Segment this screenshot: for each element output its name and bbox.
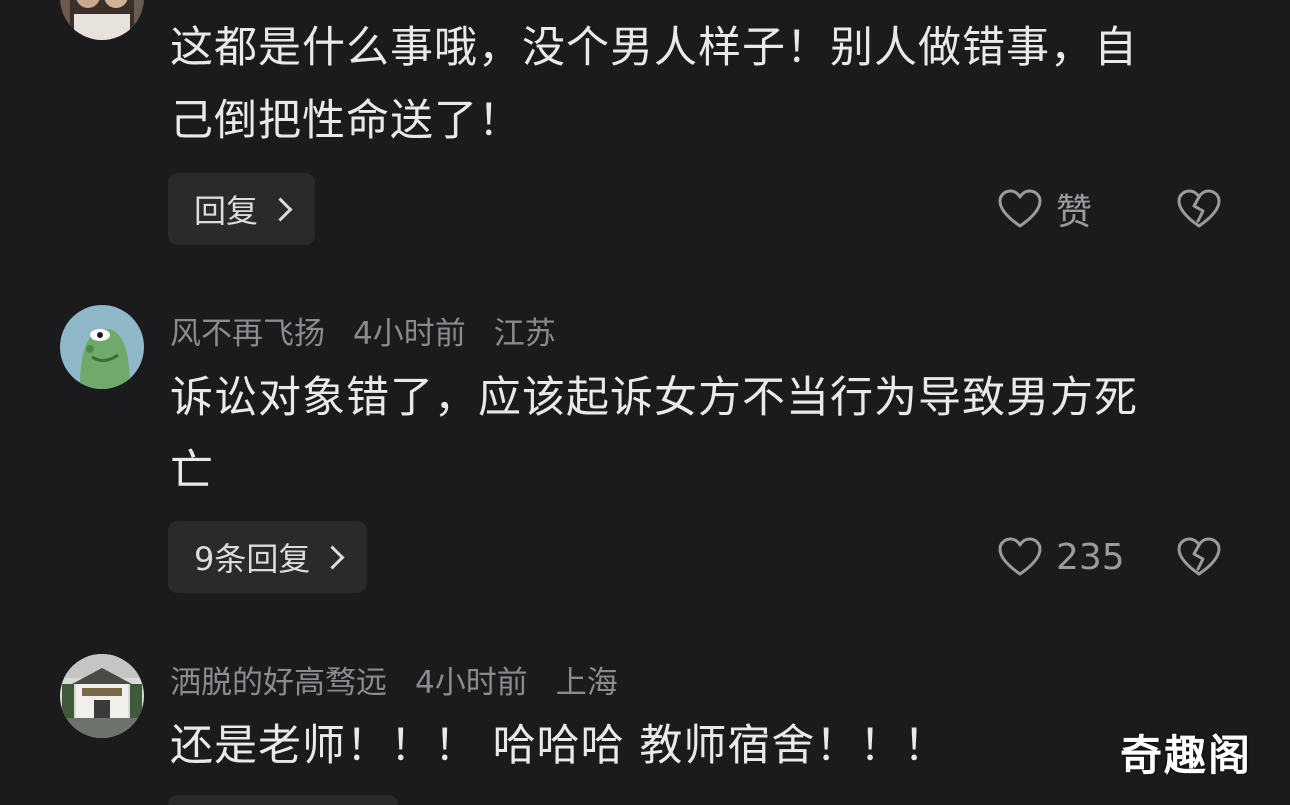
reply-button[interactable]: 回复	[168, 173, 316, 245]
comment-meta: 风不再飞扬 4小时前 江苏	[170, 308, 584, 352]
like-button[interactable]: 赞	[998, 173, 1092, 245]
view-replies-button[interactable]: 9条回复	[168, 521, 368, 593]
comment-text-line: 这都是什么事哦，没个男人样子！别人做错事，自	[170, 23, 1138, 73]
comment-text-line: 亡	[170, 446, 214, 496]
broken-heart-icon	[1177, 189, 1221, 228]
reply-label: 回复	[194, 192, 259, 230]
heart-icon	[998, 189, 1042, 228]
location: 江苏	[493, 315, 556, 352]
reply-label: 9条回复	[194, 540, 311, 578]
avatar[interactable]	[60, 0, 144, 40]
avatar[interactable]	[60, 305, 144, 389]
broken-heart-icon	[1177, 537, 1221, 576]
comment-text-line: 诉讼对象错了，应该起诉女方不当行为导致男方死	[170, 373, 1138, 423]
dislike-button[interactable]	[1177, 173, 1221, 245]
comment-text: 这都是什么事哦，没个男人样子！别人做错事，自 己倒把性命送了！	[170, 12, 1240, 158]
comment-text: 还是老师！！！ 哈哈哈 教师宿舍！！！	[170, 710, 1240, 783]
username[interactable]: 洒脱的好高骛远	[170, 657, 387, 702]
comment-meta: 洒脱的好高骛远 4小时前 上海	[170, 657, 646, 701]
watermark: 奇趣阁	[1120, 731, 1253, 780]
chevron-right-icon	[268, 196, 293, 222]
comment-text: 诉讼对象错了，应该起诉女方不当行为导致男方死 亡	[170, 362, 1240, 508]
comment-text-line: 还是老师！！！ 哈哈哈 教师宿舍！！！	[170, 721, 948, 771]
heart-icon	[998, 537, 1042, 576]
dislike-button[interactable]	[1177, 521, 1221, 593]
location: 上海	[555, 664, 618, 701]
timestamp: 4小时前	[353, 315, 466, 352]
comment-feed: 这都是什么事哦，没个男人样子！别人做错事，自 己倒把性命送了！ 回复 赞 风不再…	[0, 0, 1290, 805]
comment-text-line: 己倒把性命送了！	[170, 96, 522, 146]
like-button[interactable]: 235	[998, 521, 1125, 593]
timestamp: 4小时前	[415, 664, 528, 701]
like-label: 赞	[1056, 192, 1093, 233]
like-count: 235	[1056, 536, 1125, 578]
chevron-right-icon	[320, 544, 345, 570]
avatar[interactable]	[60, 654, 144, 738]
username[interactable]: 风不再飞扬	[170, 308, 325, 353]
reply-button[interactable]	[168, 795, 398, 805]
